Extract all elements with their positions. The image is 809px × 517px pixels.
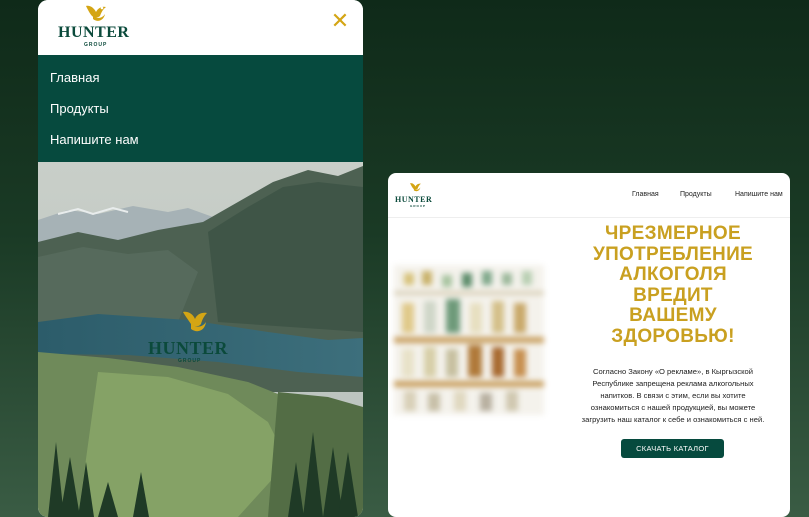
- warning-line: УПОТРЕБЛЕНИЕ: [592, 243, 754, 265]
- hero-logo-subtitle: GROUP: [178, 358, 202, 364]
- download-catalog-button[interactable]: СКАЧАТЬ КАТАЛОГ: [621, 439, 724, 458]
- desktop-header: HUNTER GROUP Главная Продукты Напишите н…: [388, 173, 790, 218]
- logo-subtitle: GROUP: [84, 42, 108, 48]
- mobile-nav-menu: Главная Продукты Напишите нам: [38, 55, 363, 162]
- warning-line: ЧРЕЗМЕРНОЕ: [605, 223, 741, 244]
- notice-line: загрузить наш каталог к себе и ознакомит…: [581, 415, 765, 424]
- blurred-catalog-image: [394, 265, 544, 415]
- desktop-nav-contact[interactable]: Напишите нам: [735, 191, 783, 198]
- logo-subtitle: GROUP: [410, 204, 427, 208]
- notice-line: Согласно Закону «О рекламе», в Кыргызско…: [592, 367, 753, 376]
- warning-line: АЛКОГОЛЯ: [619, 264, 727, 286]
- desktop-nav-home[interactable]: Главная: [632, 191, 659, 198]
- mobile-nav-products[interactable]: Продукты: [50, 101, 109, 116]
- notice-line: Республике запрещена реклама алкогольных: [592, 379, 754, 388]
- close-icon[interactable]: ✕: [329, 10, 351, 32]
- desktop-nav-products[interactable]: Продукты: [680, 191, 712, 198]
- warning-line: ЗДОРОВЬЮ!: [611, 325, 735, 347]
- hero-landscape-image: HUNTER GROUP: [38, 162, 363, 517]
- mobile-nav-contact[interactable]: Напишите нам: [50, 132, 139, 147]
- mobile-header: HUNTER GROUP ✕: [38, 0, 363, 55]
- logo-wordmark: HUNTER: [58, 24, 130, 41]
- notice-line: напитков. В связи с этим, если вы хотите: [600, 391, 746, 400]
- desktop-mockup: HUNTER GROUP Главная Продукты Напишите н…: [388, 173, 790, 517]
- health-warning-heading: ЧРЕЗМЕРНОЕ УПОТРЕБЛЕНИЕ АЛКОГОЛЯ ВРЕДИТ …: [558, 223, 788, 348]
- hero-logo-wordmark: HUNTER: [148, 338, 229, 358]
- warning-line: ВРЕДИТ: [633, 284, 713, 306]
- logo-wordmark: HUNTER: [395, 195, 433, 204]
- warning-line: ВАШЕМУ: [629, 305, 717, 327]
- hunter-bird-logo-icon[interactable]: [409, 181, 423, 193]
- hunter-bird-logo-icon[interactable]: [84, 2, 110, 24]
- notice-line: ознакомиться с нашей продукцией, вы може…: [590, 403, 756, 412]
- mobile-mockup: HUNTER GROUP ✕ Главная Продукты Напишите…: [38, 0, 363, 517]
- legal-notice-text: Согласно Закону «О рекламе», в Кыргызско…: [558, 366, 788, 426]
- mobile-nav-home[interactable]: Главная: [50, 70, 99, 85]
